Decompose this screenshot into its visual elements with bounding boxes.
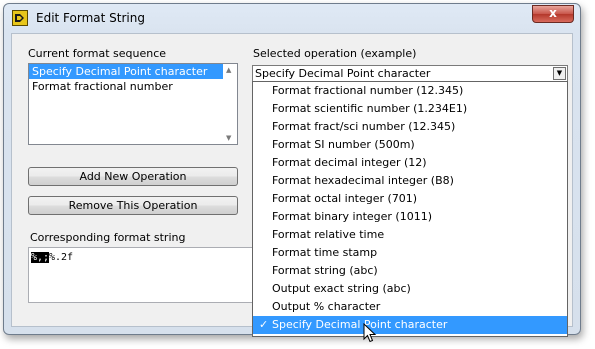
sequence-item[interactable]: Specify Decimal Point character bbox=[29, 64, 237, 79]
operation-option[interactable]: Format decimal integer (12) bbox=[253, 154, 567, 172]
operation-select[interactable]: Specify Decimal Point character ▼ bbox=[252, 65, 568, 82]
operation-option[interactable]: ✓ Specify Decimal Point character bbox=[253, 316, 567, 334]
format-string-text: %.2f bbox=[49, 252, 74, 263]
operation-option-label: Format decimal integer (12) bbox=[272, 156, 427, 169]
labview-icon bbox=[12, 10, 28, 26]
operation-option-label: Format binary integer (1011) bbox=[272, 210, 432, 223]
chevron-down-icon[interactable]: ▼ bbox=[553, 67, 566, 80]
window-title: Edit Format String bbox=[36, 11, 145, 25]
operation-option[interactable]: Output exact string (abc) bbox=[253, 280, 567, 298]
operation-option-label: Output % character bbox=[272, 300, 381, 313]
operation-option-label: Format scientific number (1.234E1) bbox=[272, 102, 468, 115]
operation-dropdown-list[interactable]: Format fractional number (12.345) Format … bbox=[252, 81, 568, 337]
operation-option-label: Output exact string (abc) bbox=[272, 282, 411, 295]
operation-option[interactable]: Format hexadecimal integer (B8) bbox=[253, 172, 567, 190]
checkmark-icon: ✓ bbox=[259, 318, 269, 331]
operation-option-label: Format octal integer (701) bbox=[272, 192, 418, 205]
title-bar[interactable]: Edit Format String x bbox=[4, 4, 580, 32]
operation-option[interactable]: Format time stamp bbox=[253, 244, 567, 262]
sequence-item[interactable]: Format fractional number bbox=[29, 79, 237, 94]
operation-option[interactable]: Format relative time bbox=[253, 226, 567, 244]
sequence-scrollbar[interactable]: ▲ ▼ bbox=[223, 64, 237, 144]
operation-option[interactable]: Format fract/sci number (12.345) bbox=[253, 118, 567, 136]
operation-option-label: Format string (abc) bbox=[272, 264, 378, 277]
operation-option-label: Format hexadecimal integer (B8) bbox=[272, 174, 454, 187]
format-sequence-list[interactable]: Specify Decimal Point character Format fr… bbox=[28, 63, 238, 145]
operation-select-value: Specify Decimal Point character bbox=[255, 67, 431, 80]
operation-option-label: Format time stamp bbox=[272, 246, 378, 259]
operation-option[interactable]: Format scientific number (1.234E1) bbox=[253, 100, 567, 118]
scroll-down-icon[interactable]: ▼ bbox=[226, 134, 231, 142]
operation-option-label: Format relative time bbox=[272, 228, 385, 241]
operation-option[interactable]: Format string (abc) bbox=[253, 262, 567, 280]
operation-label: Selected operation (example) bbox=[253, 47, 417, 60]
remove-operation-button[interactable]: Remove This Operation bbox=[28, 196, 238, 215]
format-string-selected-text: %,; bbox=[31, 252, 50, 263]
operation-option[interactable]: Format SI number (500m) bbox=[253, 136, 567, 154]
close-button[interactable]: x bbox=[532, 5, 574, 23]
operation-option[interactable]: Format octal integer (701) bbox=[253, 190, 567, 208]
close-icon: x bbox=[549, 6, 557, 20]
operation-option-label: Format SI number (500m) bbox=[272, 138, 415, 151]
edit-format-string-dialog: Edit Format String x Current format sequ… bbox=[3, 3, 581, 337]
operation-option[interactable]: Output % character bbox=[253, 298, 567, 316]
operation-option[interactable]: Format fractional number (12.345) bbox=[253, 82, 567, 100]
operation-option-label: Specify Decimal Point character bbox=[272, 318, 448, 331]
format-string-label: Corresponding format string bbox=[30, 231, 186, 244]
dialog-body: Current format sequence Specify Decimal … bbox=[11, 33, 573, 337]
sequence-label: Current format sequence bbox=[28, 47, 167, 60]
operation-option-label: Format fract/sci number (12.345) bbox=[272, 120, 456, 133]
scroll-up-icon[interactable]: ▲ bbox=[226, 66, 231, 74]
format-string-field[interactable]: %,; %.2f bbox=[28, 247, 268, 303]
add-new-operation-button[interactable]: Add New Operation bbox=[28, 167, 238, 186]
operation-option[interactable]: Format binary integer (1011) bbox=[253, 208, 567, 226]
operation-option-label: Format fractional number (12.345) bbox=[272, 84, 464, 97]
mouse-pointer-icon bbox=[363, 323, 377, 343]
